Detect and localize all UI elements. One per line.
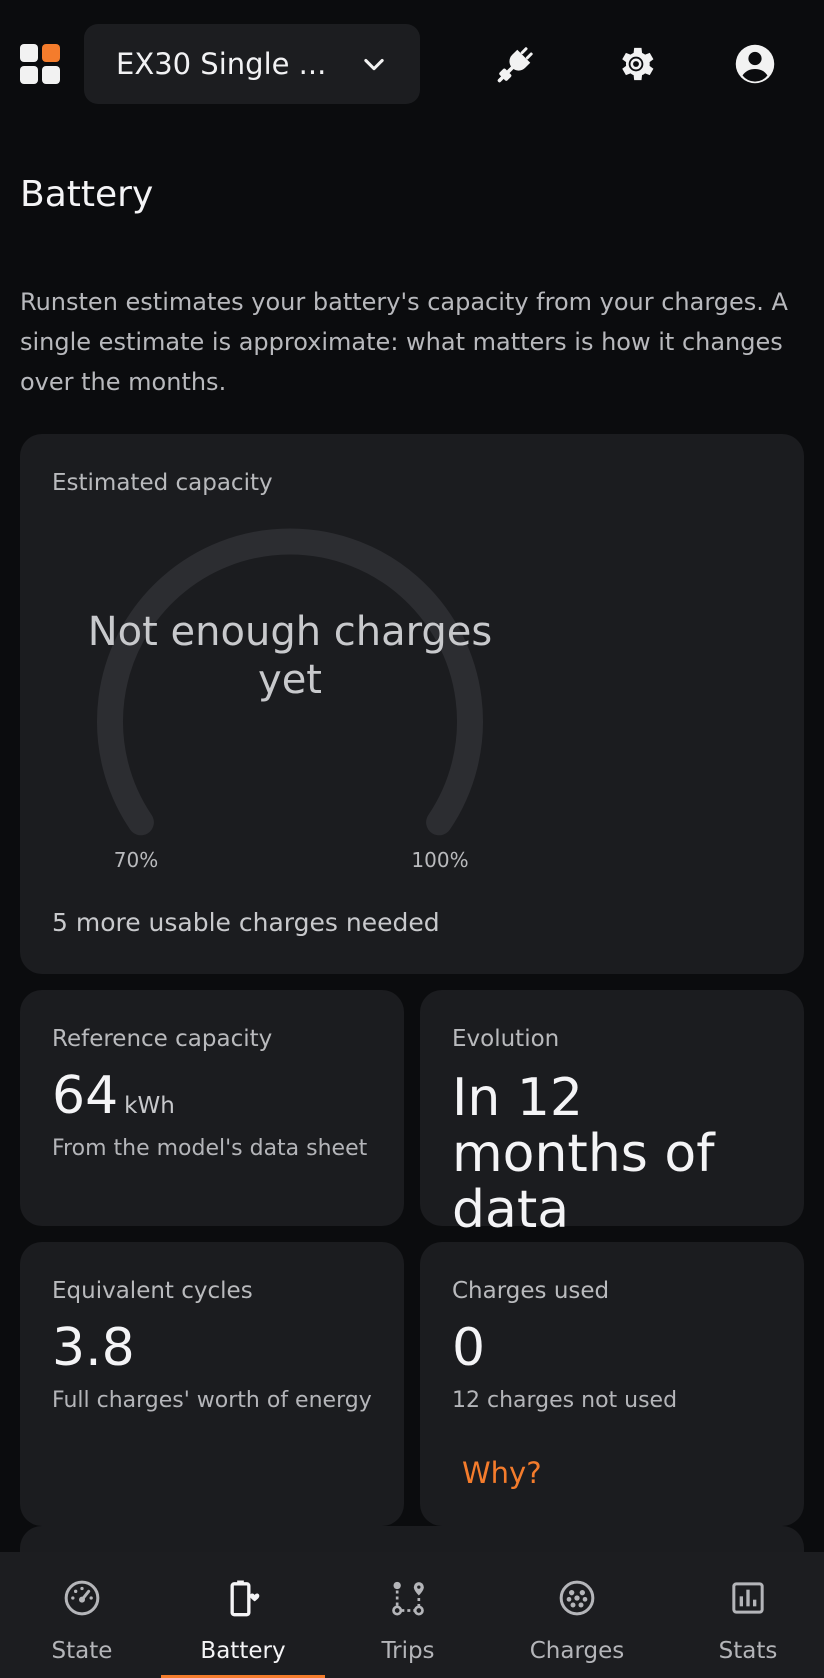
ev-plug-icon [559, 1580, 595, 1616]
nav-item-stats[interactable]: Stats [666, 1552, 824, 1678]
equivalent-cycles-card: Equivalent cycles 3.8 Full charges' wort… [20, 1242, 404, 1526]
top-bar: EX30 Single ... [0, 0, 824, 130]
gauge-icon [64, 1580, 100, 1616]
nav-label: Stats [718, 1638, 778, 1664]
reference-capacity-card: Reference capacity 64 kWh From the model'… [20, 990, 404, 1226]
charges-used-value: 0 [452, 1318, 486, 1378]
card-title: Estimated capacity [52, 470, 273, 496]
nav-label: Charges [529, 1638, 625, 1664]
gauge-message: Not enough charges yet [87, 609, 493, 703]
bottom-navigation: State Battery Trips Charges Stats [0, 1552, 824, 1678]
why-link[interactable]: Why? [462, 1456, 542, 1490]
nav-item-battery[interactable]: Battery [161, 1552, 325, 1678]
card-title: Reference capacity [52, 1026, 273, 1052]
card-title: Evolution [452, 1026, 560, 1052]
gear-icon[interactable] [612, 40, 660, 88]
reference-capacity-value: 64 kWh [52, 1066, 175, 1126]
vehicle-selector-label: EX30 Single ... [116, 47, 327, 81]
charges-used-card: Charges used 0 12 charges not used Why? [420, 1242, 804, 1526]
card-title: Charges used [452, 1278, 610, 1304]
nav-item-trips[interactable]: Trips [326, 1552, 490, 1678]
account-icon[interactable] [731, 40, 779, 88]
plug-icon[interactable] [492, 40, 540, 88]
equivalent-cycles-note: Full charges' worth of energy [52, 1388, 372, 1413]
evolution-value: In 12 months of data [452, 1068, 715, 1240]
intro-text: Runsten estimates your battery's capacit… [20, 288, 788, 396]
evolution-card: Evolution In 12 months of data [420, 990, 804, 1238]
gauge-min-label: 70% [113, 848, 159, 872]
unit-label: kWh [124, 1093, 175, 1119]
estimated-capacity-card: Estimated capacity Not enough charges ye… [20, 434, 804, 974]
bar-chart-icon [732, 1582, 764, 1614]
nav-label: State [51, 1638, 113, 1664]
card-title: Equivalent cycles [52, 1278, 253, 1304]
page-title: Battery [20, 174, 154, 215]
gauge-max-label: 100% [411, 848, 469, 872]
charges-not-used-note: 12 charges not used [452, 1388, 678, 1413]
chevron-down-icon [364, 58, 384, 71]
battery-heart-icon [230, 1580, 260, 1617]
charges-needed-text: 5 more usable charges needed [52, 908, 440, 937]
reference-capacity-note: From the model's data sheet [52, 1136, 368, 1161]
nav-label: Trips [381, 1638, 435, 1664]
route-icon [392, 1581, 424, 1616]
app-grid-icon[interactable] [20, 44, 60, 84]
nav-item-charges[interactable]: Charges [495, 1552, 659, 1678]
equivalent-cycles-value: 3.8 [52, 1318, 135, 1378]
nav-item-state[interactable]: State [0, 1552, 164, 1678]
nav-label: Battery [200, 1638, 286, 1664]
vehicle-selector[interactable]: EX30 Single ... [84, 24, 420, 104]
